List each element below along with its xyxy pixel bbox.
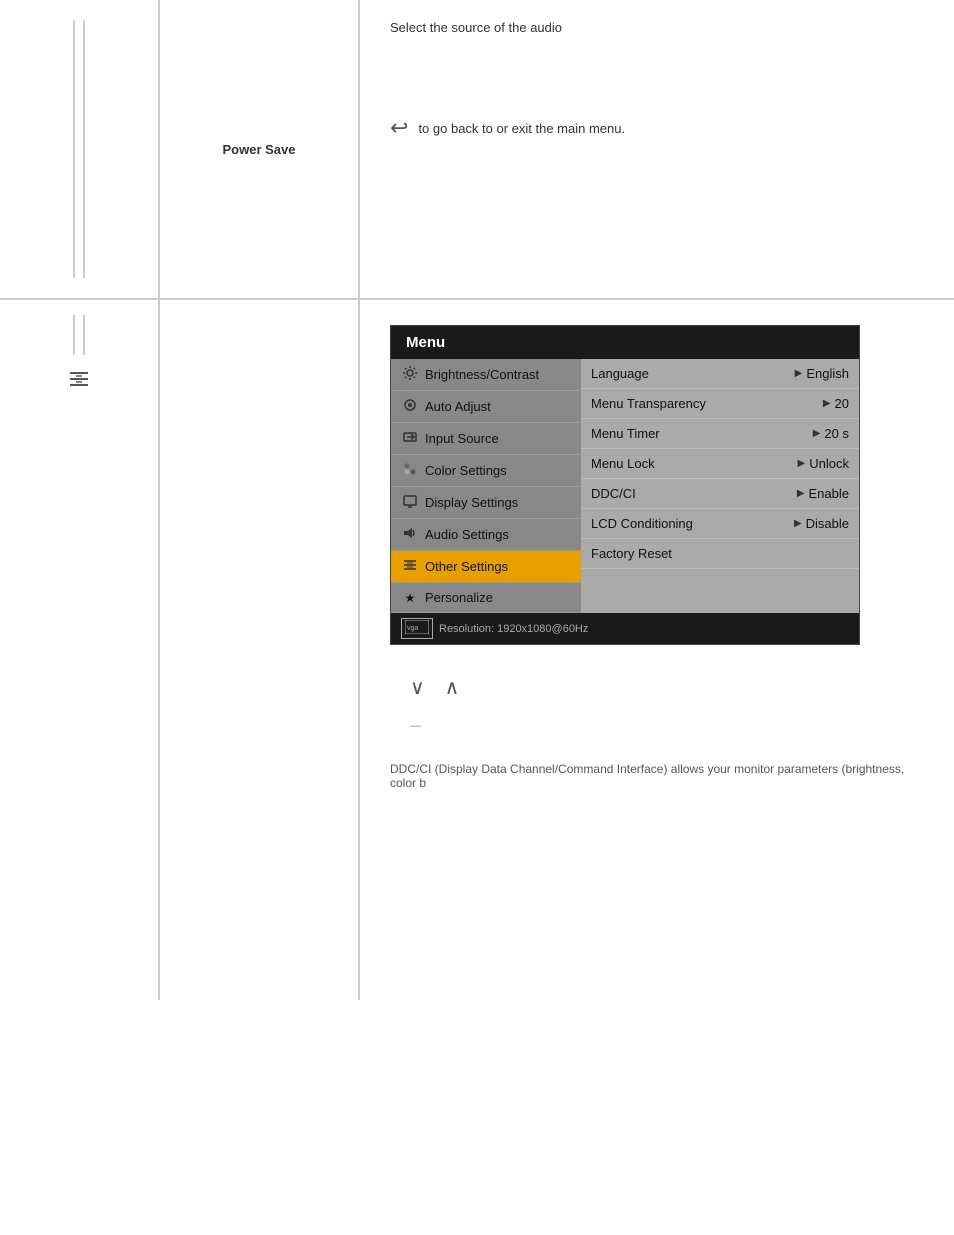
osd-body: Brightness/Contrast Auto Adjust bbox=[391, 359, 859, 613]
nav-arrows: ∨ ∧ bbox=[410, 675, 924, 700]
menu-item-other-settings[interactable]: Other Settings bbox=[391, 551, 581, 583]
ddc-ci-val-text: Enable bbox=[809, 486, 849, 501]
right-item-lcd-conditioning[interactable]: LCD Conditioning ▶ Disable bbox=[581, 509, 859, 539]
small-instruction: — bbox=[410, 720, 924, 732]
vert-line-1 bbox=[73, 20, 75, 278]
bottom-vert-line-1 bbox=[73, 315, 75, 355]
back-icon-area: ↩ to go back to or exit the main menu. bbox=[390, 115, 924, 141]
osd-left-panel: Brightness/Contrast Auto Adjust bbox=[391, 359, 581, 613]
menu-transparency-label: Menu Transparency bbox=[591, 396, 706, 411]
color-settings-icon bbox=[401, 462, 419, 479]
menu-item-color-settings[interactable]: Color Settings bbox=[391, 455, 581, 487]
other-settings-icon bbox=[68, 370, 90, 394]
menu-item-input-source[interactable]: Input Source bbox=[391, 423, 581, 455]
menu-timer-val-text: 20 s bbox=[824, 426, 849, 441]
menu-item-audio-settings[interactable]: Audio Settings bbox=[391, 519, 581, 551]
right-item-language[interactable]: Language ▶ English bbox=[581, 359, 859, 389]
osd-right-panel: Language ▶ English Menu Transparency ▶ 2… bbox=[581, 359, 859, 613]
lcd-conditioning-arrow: ▶ bbox=[794, 518, 802, 529]
color-settings-label: Color Settings bbox=[425, 463, 507, 478]
menu-item-auto-adjust[interactable]: Auto Adjust bbox=[391, 391, 581, 423]
bottom-vert-lines bbox=[73, 315, 85, 355]
factory-reset-label: Factory Reset bbox=[591, 546, 672, 561]
ddc-ci-label: DDC/CI bbox=[591, 486, 636, 501]
lcd-conditioning-val-text: Disable bbox=[806, 516, 849, 531]
right-item-menu-lock[interactable]: Menu Lock ▶ Unlock bbox=[581, 449, 859, 479]
menu-transparency-val-text: 20 bbox=[835, 396, 849, 411]
audio-settings-icon bbox=[401, 526, 419, 543]
ddc-ci-arrow: ▶ bbox=[797, 488, 805, 499]
right-item-factory-reset[interactable]: Factory Reset bbox=[581, 539, 859, 569]
personalize-label: Personalize bbox=[425, 590, 493, 605]
language-val-text: English bbox=[806, 366, 849, 381]
ddc-description: DDC/CI (Display Data Channel/Command Int… bbox=[390, 762, 924, 790]
menu-lock-value: ▶ Unlock bbox=[798, 456, 849, 471]
menu-transparency-arrow: ▶ bbox=[823, 398, 831, 409]
audio-settings-label: Audio Settings bbox=[425, 527, 509, 542]
back-arrow-icon: ↩ bbox=[390, 115, 408, 141]
input-source-icon bbox=[401, 430, 419, 447]
language-label: Language bbox=[591, 366, 649, 381]
top-left-col bbox=[0, 0, 160, 298]
right-item-menu-transparency[interactable]: Menu Transparency ▶ 20 bbox=[581, 389, 859, 419]
resolution-icon: vga bbox=[401, 618, 433, 639]
menu-lock-val-text: Unlock bbox=[809, 456, 849, 471]
menu-transparency-value: ▶ 20 bbox=[823, 396, 849, 411]
language-value: ▶ English bbox=[795, 366, 849, 381]
input-source-label: Input Source bbox=[425, 431, 499, 446]
vert-line-2 bbox=[83, 20, 85, 278]
bottom-middle-col bbox=[160, 300, 360, 1000]
page-wrapper: Power Save Select the source of the audi… bbox=[0, 0, 954, 1235]
brightness-label: Brightness/Contrast bbox=[425, 367, 539, 382]
top-right-col: Select the source of the audio ↩ to go b… bbox=[360, 0, 954, 298]
menu-lock-arrow: ▶ bbox=[798, 458, 806, 469]
menu-item-personalize[interactable]: ★ Personalize bbox=[391, 583, 581, 613]
audio-source-text: Select the source of the audio bbox=[390, 20, 924, 35]
osd-footer: vga Resolution: 1920x1080@60Hz bbox=[391, 613, 859, 644]
personalize-icon: ★ bbox=[401, 591, 419, 605]
small-dash: — bbox=[410, 720, 421, 732]
other-settings-label: Other Settings bbox=[425, 559, 508, 574]
auto-adjust-icon bbox=[401, 398, 419, 415]
menu-timer-value: ▶ 20 s bbox=[813, 426, 849, 441]
top-section: Power Save Select the source of the audi… bbox=[0, 0, 954, 300]
menu-item-brightness[interactable]: Brightness/Contrast bbox=[391, 359, 581, 391]
auto-adjust-label: Auto Adjust bbox=[425, 399, 491, 414]
osd-menu: Menu bbox=[390, 325, 860, 645]
brightness-icon bbox=[401, 366, 419, 383]
power-save-label: Power Save bbox=[223, 142, 296, 157]
menu-timer-label: Menu Timer bbox=[591, 426, 660, 441]
svg-text:vga: vga bbox=[407, 625, 418, 632]
back-instruction-text: to go back to or exit the main menu. bbox=[418, 121, 625, 136]
bottom-right-col: Menu bbox=[360, 300, 954, 1000]
language-arrow: ▶ bbox=[795, 368, 803, 379]
vertical-lines bbox=[73, 20, 85, 278]
menu-timer-arrow: ▶ bbox=[813, 428, 821, 439]
bottom-section: Menu bbox=[0, 300, 954, 1000]
bottom-vert-line-2 bbox=[83, 315, 85, 355]
bottom-left-col bbox=[0, 300, 160, 1000]
menu-lock-label: Menu Lock bbox=[591, 456, 655, 471]
display-settings-label: Display Settings bbox=[425, 495, 518, 510]
lcd-conditioning-label: LCD Conditioning bbox=[591, 516, 693, 531]
display-settings-icon bbox=[401, 494, 419, 511]
other-settings-menu-icon bbox=[401, 558, 419, 575]
resolution-text: Resolution: 1920x1080@60Hz bbox=[439, 623, 588, 635]
osd-menu-title: Menu bbox=[391, 326, 859, 359]
nav-up-arrow[interactable]: ∧ bbox=[445, 675, 460, 700]
lcd-conditioning-value: ▶ Disable bbox=[794, 516, 849, 531]
nav-down-arrow[interactable]: ∨ bbox=[410, 675, 425, 700]
menu-item-display-settings[interactable]: Display Settings bbox=[391, 487, 581, 519]
top-middle-col: Power Save bbox=[160, 0, 360, 298]
ddc-ci-value: ▶ Enable bbox=[797, 486, 849, 501]
right-item-menu-timer[interactable]: Menu Timer ▶ 20 s bbox=[581, 419, 859, 449]
right-item-ddc-ci[interactable]: DDC/CI ▶ Enable bbox=[581, 479, 859, 509]
